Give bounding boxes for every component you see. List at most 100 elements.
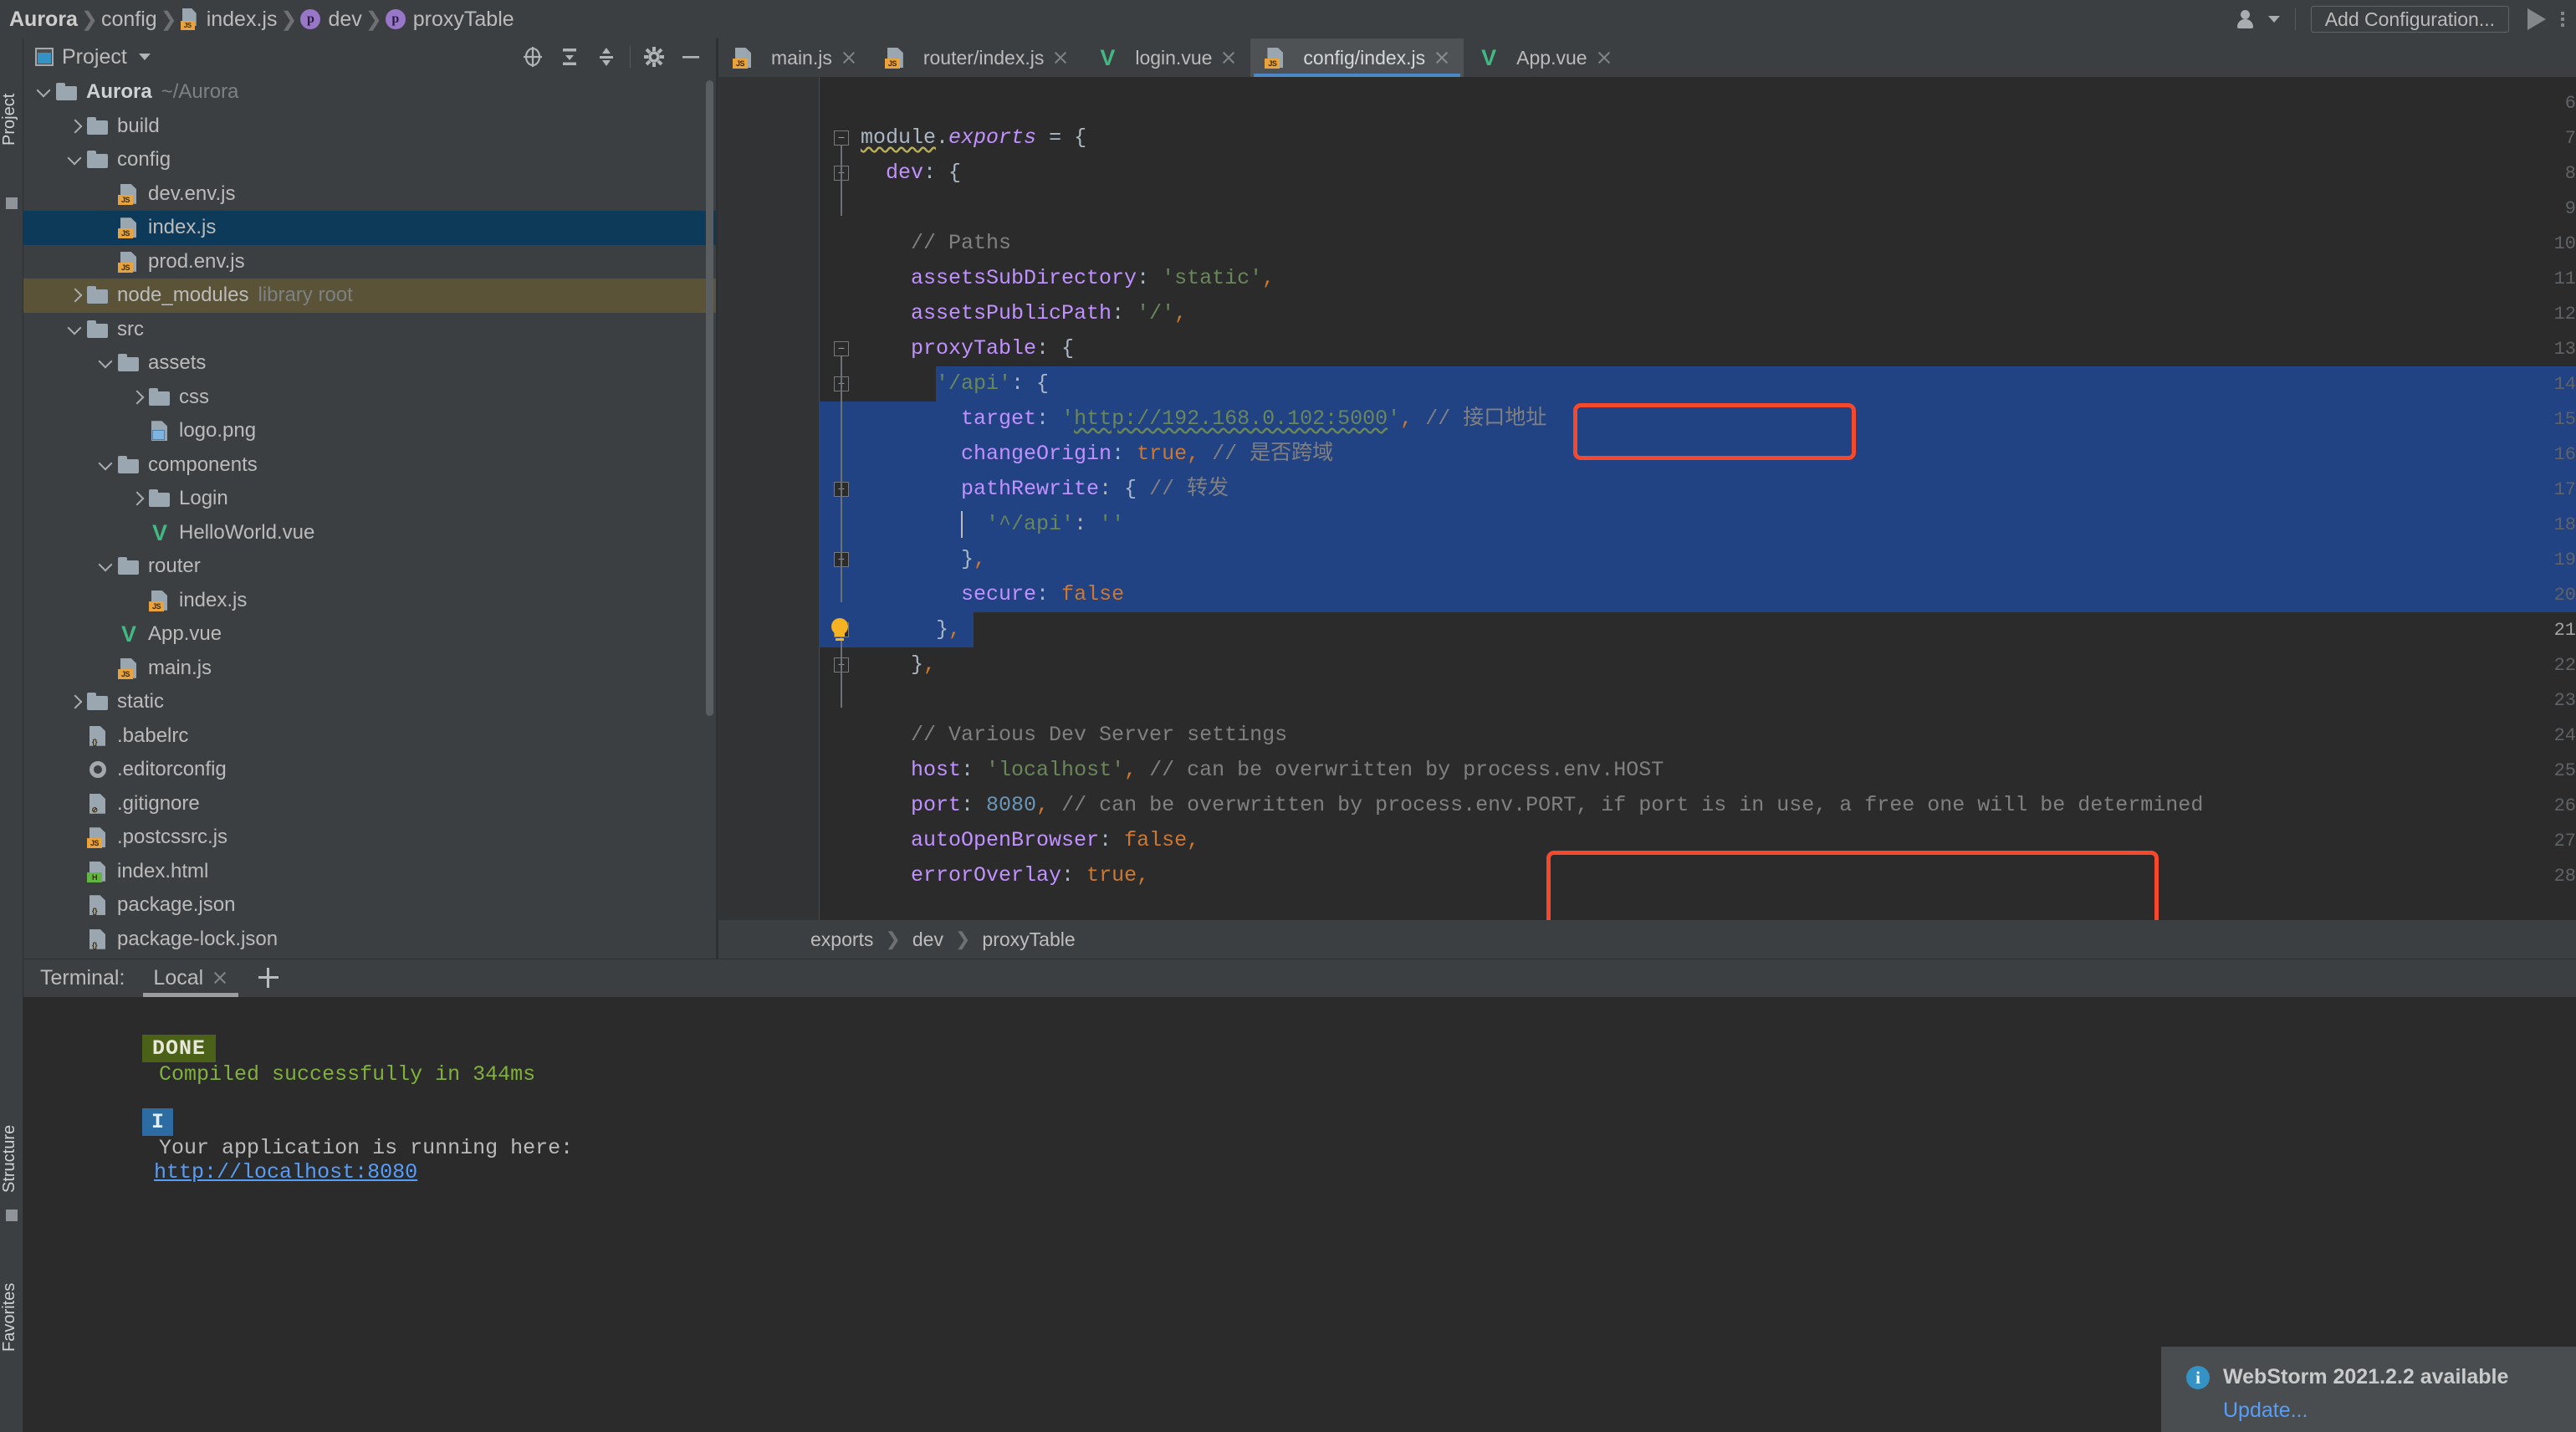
sidebar-tab-favorites[interactable]: Favorites bbox=[0, 1243, 23, 1352]
project-window-icon bbox=[35, 48, 54, 66]
chevron-right-icon[interactable] bbox=[126, 488, 148, 509]
tree-item-build[interactable]: build bbox=[23, 110, 718, 144]
tree-item-aurora[interactable]: Aurora ~/Aurora bbox=[23, 75, 718, 110]
editor-tab-app-vue[interactable]: V App.vue bbox=[1464, 38, 1625, 77]
js-file-icon: JS bbox=[86, 826, 110, 849]
editor-tab-main-js[interactable]: JS main.js bbox=[718, 38, 871, 77]
chevron-right-icon[interactable] bbox=[126, 386, 148, 408]
close-icon[interactable] bbox=[1596, 49, 1613, 66]
close-icon[interactable] bbox=[841, 49, 857, 66]
tree-item-src[interactable]: src bbox=[23, 313, 718, 347]
tree-item-label: .postcssrc.js bbox=[117, 826, 228, 849]
code-line: '/api': { bbox=[936, 371, 1050, 396]
tree-item-login[interactable]: Login bbox=[23, 482, 718, 516]
tree-item-package-lock-json[interactable]: {} package-lock.json bbox=[23, 923, 718, 957]
more-options-icon[interactable] bbox=[2554, 12, 2571, 27]
breadcrumb-symbol-dev[interactable]: p dev bbox=[298, 8, 364, 32]
tree-item-label: components bbox=[148, 453, 258, 476]
breadcrumb-folder-config[interactable]: config bbox=[99, 8, 160, 32]
chevron-right-icon[interactable] bbox=[64, 284, 86, 306]
chevron-right-icon[interactable] bbox=[64, 691, 86, 713]
breadcrumb-chevron-icon: ❯ bbox=[885, 928, 901, 949]
tree-item-dev-env-js[interactable]: JS dev.env.js bbox=[23, 177, 718, 212]
editor-tab-label: router/index.js bbox=[923, 46, 1045, 69]
collapse-all-icon[interactable] bbox=[588, 40, 625, 74]
breadcrumb-symbol-proxytable[interactable]: p proxyTable bbox=[383, 8, 517, 32]
folder-icon bbox=[86, 284, 110, 307]
editor-breadcrumb-item[interactable]: dev bbox=[908, 928, 948, 951]
user-account-icon[interactable] bbox=[2235, 8, 2263, 30]
tree-item-helloworld-vue[interactable]: V HelloWorld.vue bbox=[23, 516, 718, 550]
intention-bulb-icon[interactable] bbox=[829, 618, 851, 643]
code-fold-minus-icon[interactable]: − bbox=[834, 130, 849, 146]
code-fold-minus-icon[interactable]: − bbox=[834, 341, 849, 356]
editor-tab-router-index-js[interactable]: JS router/index.js bbox=[871, 38, 1082, 77]
tree-item-gitignore[interactable]: ⊘ .gitignore bbox=[23, 787, 718, 821]
editor-breadcrumb-item[interactable]: proxyTable bbox=[978, 928, 1079, 951]
chevron-down-icon[interactable] bbox=[95, 555, 117, 577]
notification-update-link[interactable]: Update... bbox=[2223, 1399, 2308, 1423]
tree-item-assets[interactable]: assets bbox=[23, 346, 718, 381]
tree-item-annotation: ~/Aurora bbox=[161, 80, 239, 104]
tree-item-config[interactable]: config bbox=[23, 143, 718, 177]
tree-item-logo-png[interactable]: logo.png bbox=[23, 414, 718, 448]
breadcrumb-file-index-js[interactable]: JS index.js bbox=[178, 8, 280, 32]
breadcrumb-label: dev bbox=[328, 7, 362, 31]
run-play-icon[interactable] bbox=[2527, 8, 2546, 30]
editor-breadcrumb-item[interactable]: exports bbox=[806, 928, 877, 951]
project-file-tree[interactable]: Aurora ~/Aurora build config JS dev.env.js JS i… bbox=[23, 75, 718, 959]
tree-item-label: index.js bbox=[179, 588, 248, 611]
folder-icon bbox=[117, 555, 141, 578]
close-icon[interactable] bbox=[212, 969, 228, 986]
tree-item-editorconfig[interactable]: .editorconfig bbox=[23, 753, 718, 787]
editor-tab-label: main.js bbox=[771, 46, 832, 69]
tree-item-label: package.json bbox=[117, 893, 236, 917]
tree-item-prod-env-js[interactable]: JS prod.env.js bbox=[23, 245, 718, 279]
tree-item-components[interactable]: components bbox=[23, 448, 718, 483]
tree-item-static[interactable]: static bbox=[23, 685, 718, 719]
chevron-down-icon[interactable] bbox=[138, 54, 151, 60]
tree-item-postcssrc-js[interactable]: JS .postcssrc.js bbox=[23, 821, 718, 855]
tree-item-label: prod.env.js bbox=[148, 249, 245, 273]
close-icon[interactable] bbox=[1052, 49, 1069, 66]
running-url-link[interactable]: http://localhost:8080 bbox=[142, 1160, 417, 1184]
close-icon[interactable] bbox=[1220, 49, 1237, 66]
chevron-down-icon[interactable] bbox=[95, 454, 117, 476]
locate-icon[interactable] bbox=[514, 40, 551, 74]
close-icon[interactable] bbox=[1434, 49, 1450, 66]
tree-item-package-json[interactable]: {} package.json bbox=[23, 888, 718, 923]
add-configuration-button[interactable]: Add Configuration... bbox=[2310, 6, 2509, 33]
tree-item-router[interactable]: router bbox=[23, 550, 718, 584]
hide-panel-icon[interactable] bbox=[672, 40, 709, 74]
terminal-header: Terminal: Local bbox=[23, 959, 2576, 997]
folder-icon bbox=[86, 148, 110, 171]
sidebar-tab-project[interactable]: Project bbox=[0, 45, 23, 146]
tree-item-index-html[interactable]: Hindex.html bbox=[23, 855, 718, 889]
terminal-tab-local[interactable]: Local bbox=[143, 959, 238, 997]
chevron-right-icon[interactable] bbox=[64, 115, 86, 137]
chevron-down-icon[interactable] bbox=[33, 81, 55, 103]
chevron-down-icon[interactable] bbox=[64, 319, 86, 340]
editor-tab-label: login.vue bbox=[1135, 46, 1213, 69]
project-tree-scrollbar[interactable] bbox=[706, 80, 713, 716]
chevron-down-icon[interactable] bbox=[95, 352, 117, 374]
expand-all-icon[interactable] bbox=[551, 40, 588, 74]
sidebar-tab-structure[interactable]: Structure bbox=[0, 1084, 23, 1193]
chevron-down-icon[interactable] bbox=[2267, 16, 2280, 23]
new-terminal-tab-icon[interactable] bbox=[253, 963, 284, 993]
editor-tab-login-vue[interactable]: Vlogin.vue bbox=[1082, 38, 1250, 77]
chevron-down-icon[interactable] bbox=[64, 149, 86, 171]
breadcrumb-project-aurora[interactable]: Aurora bbox=[7, 8, 80, 32]
tree-item-app-vue[interactable]: V App.vue bbox=[23, 617, 718, 652]
code-editor[interactable]: 6 7 8 9 10 11 12 13 14 15 16 17 18 19 20 21 22 23 24 25 26 27… bbox=[718, 77, 2576, 937]
tree-item-index-js[interactable]: JS index.js bbox=[23, 584, 718, 618]
tree-item-main-js[interactable]: JS main.js bbox=[23, 652, 718, 686]
tree-item-node-modules[interactable]: node_modules library root bbox=[23, 279, 718, 313]
settings-gear-icon[interactable] bbox=[636, 40, 672, 74]
tree-item-css[interactable]: css bbox=[23, 381, 718, 415]
editor-tab-config-index-js[interactable]: JS config/index.js bbox=[1250, 38, 1464, 77]
tree-item-babelrc[interactable]: {} .babelrc bbox=[23, 719, 718, 754]
tree-item-index-js[interactable]: JS index.js bbox=[23, 211, 718, 245]
